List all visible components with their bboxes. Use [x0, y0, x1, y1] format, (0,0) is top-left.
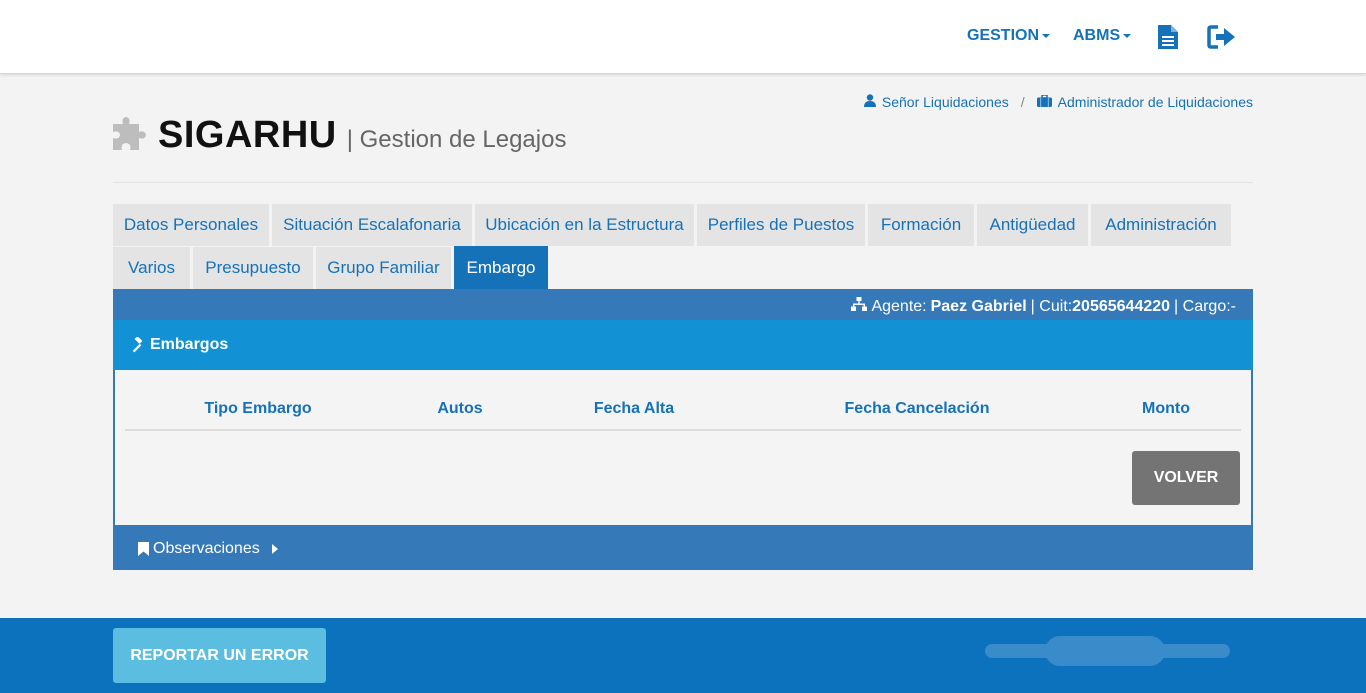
briefcase-icon: [1036, 94, 1052, 110]
tab-presupuesto[interactable]: Presupuesto: [193, 247, 313, 289]
tab-formacion[interactable]: Formación: [868, 204, 974, 246]
report-error-button[interactable]: REPORTAR UN ERROR: [113, 628, 326, 683]
nav-abms-label: ABMS: [1073, 27, 1121, 44]
agent-cuit: 20565644220: [1072, 297, 1171, 315]
caret-right-icon: [271, 544, 278, 554]
breadcrumb-separator: /: [1020, 94, 1025, 110]
volver-button[interactable]: VOLVER: [1132, 451, 1240, 505]
puzzle-icon: [113, 116, 148, 155]
col-autos[interactable]: Autos: [437, 400, 482, 418]
agent-cargo: | Cargo:-: [1174, 297, 1236, 315]
logout-icon[interactable]: [1207, 24, 1237, 55]
tab-ubicacion-estructura[interactable]: Ubicación en la Estructura: [475, 204, 694, 246]
breadcrumb-role[interactable]: Administrador de Liquidaciones: [1058, 94, 1253, 110]
nav-gestion-dropdown[interactable]: GESTION: [967, 27, 1051, 45]
user-icon: [863, 94, 876, 110]
col-fecha-cancelacion[interactable]: Fecha Cancelación: [845, 400, 990, 418]
observaciones-label: Observaciones: [153, 540, 260, 557]
col-fecha-alta[interactable]: Fecha Alta: [594, 400, 674, 418]
tab-administracion[interactable]: Administración: [1091, 204, 1231, 246]
tab-antiguedad[interactable]: Antigüedad: [977, 204, 1088, 246]
tab-embargo[interactable]: Embargo: [454, 246, 548, 289]
gavel-icon: [130, 337, 146, 353]
agent-name: Paez Gabriel: [930, 297, 1027, 315]
header-divider: [113, 182, 1253, 183]
tab-situacion-escalafonaria[interactable]: Situación Escalafonaria: [272, 204, 472, 246]
tab-datos-personales[interactable]: Datos Personales: [113, 204, 269, 246]
sitemap-icon: [851, 297, 868, 316]
agent-label: Agente:: [871, 297, 927, 315]
app-subtitle: | Gestion de Legajos: [346, 125, 567, 153]
top-navbar: GESTION ABMS: [0, 0, 1366, 74]
bookmark-icon: [138, 542, 149, 556]
tab-varios[interactable]: Varios: [113, 247, 190, 289]
brand-header: SIGARHU | Gestion de Legajos: [113, 114, 566, 157]
breadcrumb: Señor Liquidaciones / Administrador de L…: [863, 94, 1253, 110]
caret-down-icon: [1123, 33, 1132, 38]
observaciones-toggle[interactable]: Observaciones: [138, 540, 278, 558]
embargo-panel: Agente: Paez Gabriel | Cuit: 20565644220 …: [113, 289, 1253, 570]
tab-perfiles-puestos[interactable]: Perfiles de Puestos: [697, 204, 865, 246]
table-header-divider: [125, 429, 1241, 431]
breadcrumb-user[interactable]: Señor Liquidaciones: [882, 94, 1009, 110]
col-tipo-embargo[interactable]: Tipo Embargo: [204, 400, 311, 418]
embargos-table: Tipo Embargo Autos Fecha Alta Fecha Canc…: [115, 370, 1251, 525]
tab-grupo-familiar[interactable]: Grupo Familiar: [316, 247, 451, 289]
cuit-label: | Cuit:: [1030, 297, 1073, 315]
caret-down-icon: [1042, 33, 1051, 38]
agent-info: Agente: Paez Gabriel | Cuit: 20565644220 …: [851, 297, 1236, 316]
document-icon[interactable]: [1157, 24, 1179, 55]
embargos-header: Embargos: [113, 320, 1253, 370]
nav-gestion-label: GESTION: [967, 27, 1040, 44]
nav-abms-dropdown[interactable]: ABMS: [1073, 27, 1132, 45]
col-monto[interactable]: Monto: [1142, 400, 1190, 418]
footer-watermark-logo: [985, 630, 1230, 672]
footer: REPORTAR UN ERROR: [0, 618, 1366, 693]
embargos-title: Embargos: [150, 336, 229, 353]
app-title: SIGARHU: [158, 114, 337, 156]
